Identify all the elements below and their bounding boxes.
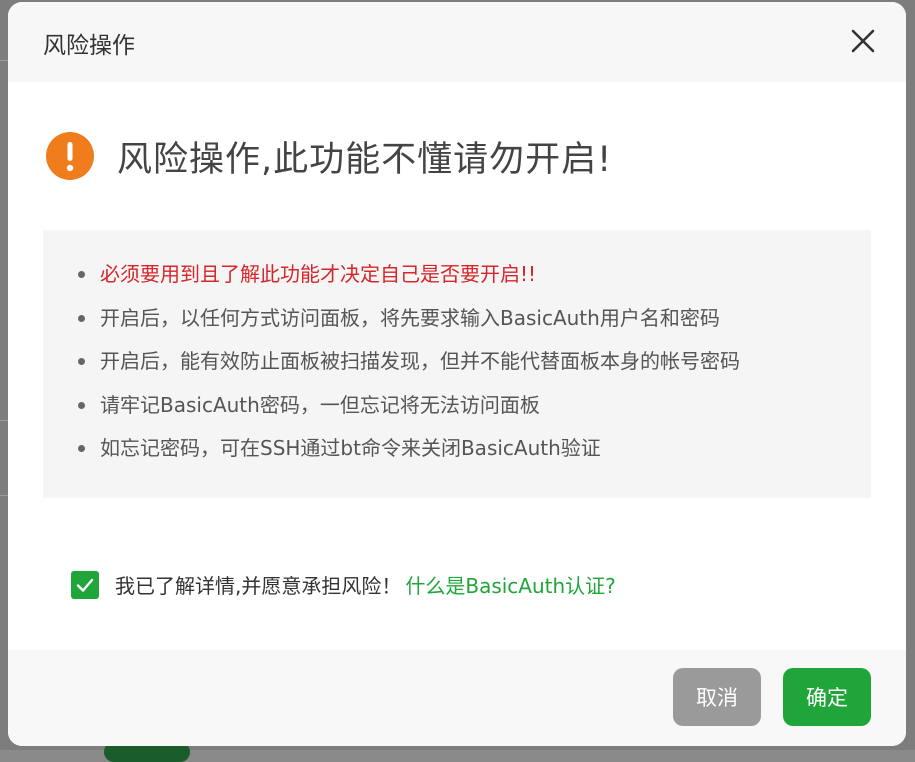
notice-panel: 必须要用到且了解此功能才决定自己是否要开启!! 开启后，以任何方式访问面板，将先… (43, 230, 871, 498)
risk-dialog: 风险操作 风险操作,此功能不懂请勿开启! 必须要用到且了解此功能才决定自己是否要… (8, 2, 906, 746)
close-icon (851, 29, 875, 53)
close-button[interactable] (848, 26, 878, 56)
notice-list: 必须要用到且了解此功能才决定自己是否要开启!! 开启后，以任何方式访问面板，将先… (78, 258, 740, 476)
cancel-button[interactable]: 取消 (673, 668, 761, 726)
agreement-checkbox[interactable] (71, 570, 99, 599)
notice-item: 请牢记BasicAuth密码，一但忘记将无法访问面板 (78, 389, 740, 433)
notice-item: 开启后，以任何方式访问面板，将先要求输入BasicAuth用户名和密码 (78, 302, 740, 346)
exclamation-circle-icon (46, 132, 94, 180)
dialog-title: 风险操作 (43, 33, 135, 59)
warning-message: 风险操作,此功能不懂请勿开启! (117, 139, 613, 180)
dialog-header: 风险操作 (8, 2, 906, 82)
notice-item: 开启后，能有效防止面板被扫描发现，但并不能代替面板本身的帐号密码 (78, 345, 740, 389)
agreement-row: 我已了解详情,并愿意承担风险！ 什么是BasicAuth认证? (71, 570, 616, 599)
basicauth-help-link[interactable]: 什么是BasicAuth认证? (405, 570, 615, 599)
notice-item: 如忘记密码，可在SSH通过bt命令来关闭BasicAuth验证 (78, 432, 740, 476)
notice-item: 必须要用到且了解此功能才决定自己是否要开启!! (78, 258, 740, 302)
dialog-footer: 取消 确定 (8, 650, 906, 746)
warning-row: 风险操作,此功能不懂请勿开启! (46, 130, 612, 182)
confirm-button[interactable]: 确定 (783, 668, 871, 726)
agreement-label: 我已了解详情,并愿意承担风险！ (115, 574, 402, 598)
checkmark-icon (76, 578, 94, 592)
